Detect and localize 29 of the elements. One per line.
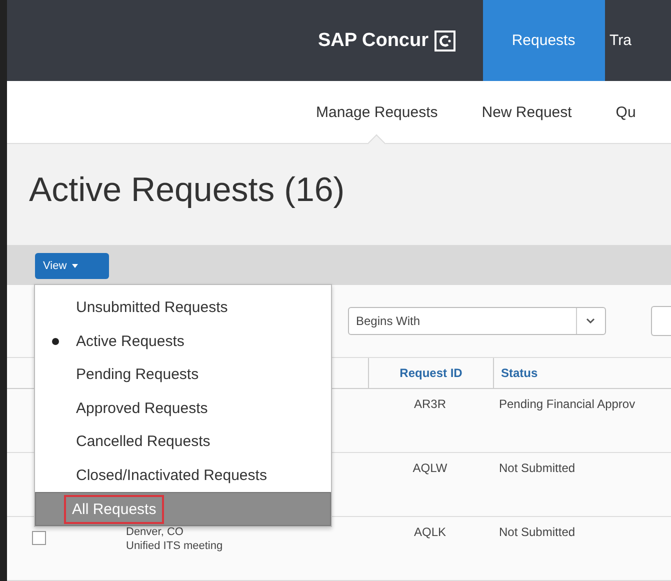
table-cell-text: Denver, CO [126,525,184,539]
nav-tab[interactable]: Requests [482,0,605,81]
table-cell-text: Pending Financial Approv [498,397,636,413]
table-cell: Unified ITS meeting [126,539,223,553]
table-cell-text: Not Submitted [498,525,576,541]
nav-link[interactable]: Qu [616,81,636,143]
menu-item[interactable]: Active Requests [35,324,331,358]
row-checkbox[interactable] [32,531,46,545]
view-button[interactable]: View [35,253,109,279]
table-cell-text: AQLK [412,525,447,541]
menu-item[interactable]: Closed/Inactivated Requests [35,458,331,492]
logo-icon [434,30,456,52]
menu-item[interactable]: Approved Requests [35,392,331,425]
nav-link[interactable]: New Request [482,81,572,143]
menu-item[interactable]: Cancelled Requests [35,425,331,458]
filter-dropdown[interactable]: Begins With [348,307,606,335]
column-header[interactable]: Request ID [368,358,493,388]
caret-icon [72,264,78,268]
input-field[interactable] [650,306,671,336]
table-cell-text: AR3R [412,397,447,413]
table-cell-text: Not Submitted [498,461,576,477]
chevron-icon [586,318,595,324]
logo: SAP Concur [318,30,429,52]
menu-item[interactable]: Unsubmitted Requests [35,291,331,324]
table-cell-text: AQLW [412,461,448,477]
page-title: Active Requests (16) [29,171,346,211]
menu-item[interactable]: Pending Requests [35,358,331,392]
nav-tab[interactable]: Tra [610,0,652,81]
column-header[interactable]: Status [493,358,671,388]
